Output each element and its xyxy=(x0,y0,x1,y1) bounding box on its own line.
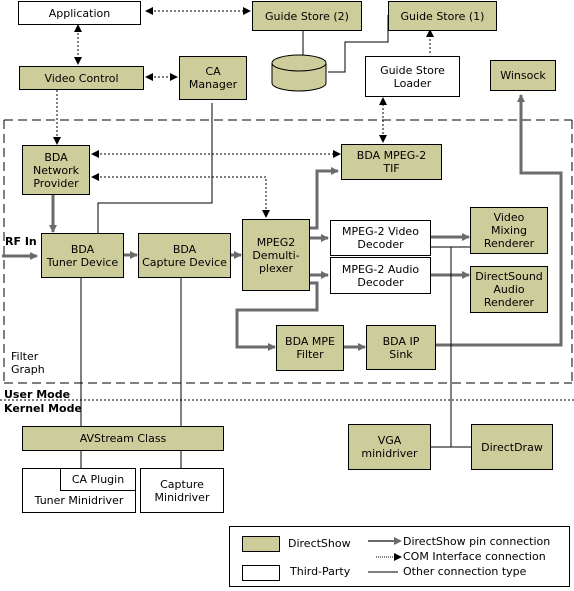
ca-plugin-box: CA Plugin xyxy=(60,468,136,491)
filter-graph-label: Filter Graph xyxy=(11,350,45,376)
user-mode-label: User Mode xyxy=(4,388,71,401)
directsound-audio-renderer-box: DirectSound Audio Renderer xyxy=(470,266,548,313)
legend-directshow-label: DirectShow xyxy=(288,537,351,550)
bda-tuner-device-box: BDA Tuner Device xyxy=(41,233,124,278)
legend-third-party-swatch xyxy=(242,565,280,581)
guide-store-database-icon xyxy=(271,54,327,92)
legend-other-connection-label: Other connection type xyxy=(403,565,527,578)
legend: DirectShow Third-Party DirectShow pin co… xyxy=(229,526,570,587)
legend-com-connection-label: COM Interface connection xyxy=(403,550,546,563)
mpeg2-video-decoder-box: MPEG-2 Video Decoder xyxy=(330,220,431,256)
kernel-mode-label: Kernel Mode xyxy=(4,402,82,415)
legend-directshow-swatch xyxy=(242,536,280,552)
avstream-class-box: AVStream Class xyxy=(22,426,224,451)
ca-manager-box: CA Manager xyxy=(179,56,247,100)
mpeg2-audio-decoder-box: MPEG-2 Audio Decoder xyxy=(330,257,431,294)
bda-network-provider-box: BDA Network Provider xyxy=(22,145,90,195)
vga-minidriver-box: VGA minidriver xyxy=(348,424,431,470)
application-box: Application xyxy=(18,1,141,25)
bda-capture-device-box: BDA Capture Device xyxy=(138,233,231,278)
legend-third-party-label: Third-Party xyxy=(290,565,351,578)
guide-store-1-box: Guide Store (1) xyxy=(388,1,497,31)
guide-store-loader-box: Guide Store Loader xyxy=(365,56,460,97)
winsock-box: Winsock xyxy=(490,60,556,91)
legend-line-samples xyxy=(368,537,402,573)
bda-mpeg2-tif-box: BDA MPEG-2 TIF xyxy=(341,144,442,180)
directdraw-box: DirectDraw xyxy=(471,424,553,470)
video-mixing-renderer-box: Video Mixing Renderer xyxy=(470,207,548,254)
tuner-minidriver-label: Tuner Minidriver xyxy=(34,494,124,507)
bda-ip-sink-box: BDA IP Sink xyxy=(366,325,436,370)
bda-mpe-filter-box: BDA MPE Filter xyxy=(276,325,344,371)
guide-store-2-box: Guide Store (2) xyxy=(252,1,362,31)
capture-minidriver-box: Capture Minidriver xyxy=(140,468,224,513)
mpeg2-demultiplexer-box: MPEG2 Demulti- plexer xyxy=(242,219,310,291)
rf-in-label: RF In xyxy=(5,235,37,248)
legend-pin-connection-label: DirectShow pin connection xyxy=(403,535,551,548)
video-control-box: Video Control xyxy=(19,66,144,90)
